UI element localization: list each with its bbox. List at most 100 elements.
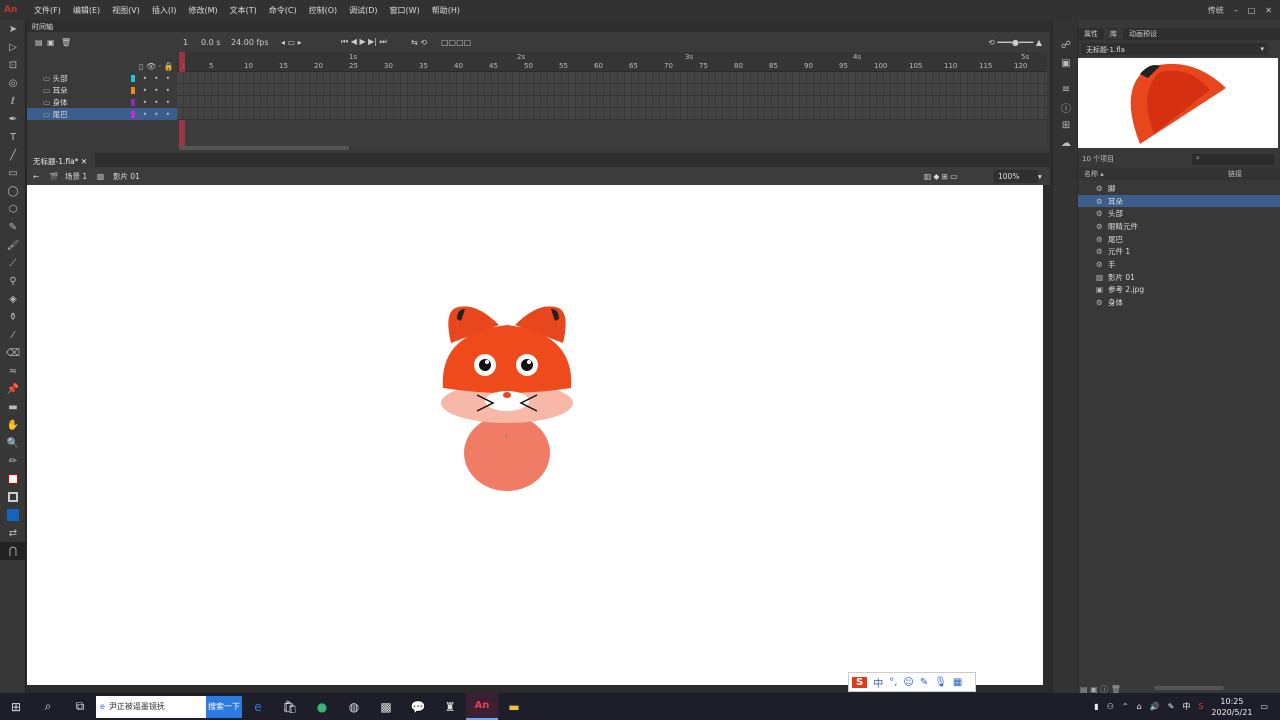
search-input[interactable]: e 尹正被逼墨镜抚: [96, 695, 206, 718]
maximize-icon[interactable]: □: [1248, 6, 1256, 15]
nav-controls-icon[interactable]: ◂ ▭ ▸: [281, 38, 341, 47]
file-explorer-icon[interactable]: ▬: [498, 693, 530, 720]
pen-icon[interactable]: ✎: [1168, 702, 1175, 711]
skin-icon[interactable]: ✎: [920, 677, 928, 688]
library-item[interactable]: ⚙ 头部: [1078, 207, 1280, 220]
loop-icon[interactable]: ⇆ ⟲: [411, 38, 441, 47]
minimize-icon[interactable]: –: [1234, 6, 1238, 15]
battery-icon[interactable]: ▮: [1094, 702, 1098, 711]
fill-swatch-icon[interactable]: [0, 506, 26, 524]
network-icon[interactable]: ⌂: [1137, 702, 1142, 711]
frame-row[interactable]: [177, 84, 1047, 96]
name-column[interactable]: 名称 ▴: [1078, 169, 1228, 179]
brush-tool-icon[interactable]: 🖌: [0, 236, 26, 254]
symbol-breadcrumb[interactable]: 影片 01: [113, 171, 173, 182]
polystar-tool-icon[interactable]: ⬡: [0, 200, 26, 218]
scene-breadcrumb[interactable]: 场景 1: [65, 171, 97, 182]
library-icon[interactable]: ▣: [1053, 54, 1079, 72]
new-folder-icon[interactable]: ▣: [47, 38, 61, 47]
game-app-icon[interactable]: ♜: [434, 693, 466, 720]
start-icon[interactable]: ⊞: [0, 693, 32, 720]
fox-character[interactable]: +: [437, 303, 577, 495]
transform-icon[interactable]: ⊞: [1053, 116, 1079, 134]
stage-tools-icon[interactable]: ▥ ◆ ⊞ ▭: [924, 172, 994, 181]
menu-item[interactable]: 修改(M): [182, 5, 223, 16]
ime-language[interactable]: 中: [873, 675, 883, 690]
layer-row[interactable]: ▭ 身体 •••: [27, 96, 177, 108]
ink-bottle-tool-icon[interactable]: ⚱: [0, 308, 26, 326]
library-item[interactable]: ⚙ 元件 1: [1078, 245, 1280, 258]
menu-item[interactable]: 帮助(H): [426, 5, 466, 16]
delete-layer-icon[interactable]: 🗑: [61, 38, 75, 47]
layer-color-swatch[interactable]: [130, 98, 135, 106]
panel-tab[interactable]: 库: [1104, 29, 1123, 39]
layer-toggles[interactable]: •••: [143, 98, 177, 107]
sogou-tray-icon[interactable]: S: [1198, 702, 1203, 711]
subselection-tool-icon[interactable]: ▷: [0, 38, 26, 56]
layer-color-swatch[interactable]: [130, 110, 135, 118]
back-arrow-icon[interactable]: ←: [33, 172, 49, 181]
library-item[interactable]: ⚙ 尾巴: [1078, 233, 1280, 246]
hand-tool-icon[interactable]: ✋: [0, 416, 26, 434]
frame-row[interactable]: [177, 72, 1047, 84]
store-icon[interactable]: 🛍: [274, 693, 306, 720]
menu-item[interactable]: 视图(V): [106, 5, 146, 16]
panel-tab[interactable]: 动画预设: [1123, 29, 1163, 39]
menu-item[interactable]: 命令(C): [263, 5, 303, 16]
layer-color-swatch[interactable]: [130, 74, 135, 82]
tray-chevron-icon[interactable]: ⌃: [1122, 702, 1129, 711]
pen-tool-icon[interactable]: ✒: [0, 110, 26, 128]
layer-row[interactable]: ▭ 头部 •••: [27, 72, 177, 84]
zoom-tool-icon[interactable]: 🔍: [0, 434, 26, 452]
lasso-tool-icon[interactable]: ℓ: [0, 92, 26, 110]
zoom-dropdown-icon[interactable]: ▾: [1038, 172, 1050, 181]
library-search[interactable]: ⌕: [1192, 154, 1274, 165]
frame-grid[interactable]: 1510152025303540455055606570758085909510…: [177, 52, 1047, 147]
library-scrollbar[interactable]: [1154, 686, 1224, 690]
mic-icon[interactable]: 🎙: [934, 677, 947, 688]
wechat-icon[interactable]: 💬: [402, 693, 434, 720]
punctuation-icon[interactable]: °,: [889, 677, 897, 688]
selection-tool-icon[interactable]: ➤: [0, 20, 26, 38]
motion-editor-icon[interactable]: ☍: [1053, 36, 1079, 54]
oval-tool-icon[interactable]: ◯: [0, 182, 26, 200]
rectangle-tool-icon[interactable]: ▭: [0, 164, 26, 182]
paint-bucket-tool-icon[interactable]: ◈: [0, 290, 26, 308]
ime-toolbar[interactable]: S 中 °, ☺ ✎ 🎙 ▦: [848, 672, 976, 692]
search-icon[interactable]: ⌕: [32, 693, 64, 720]
timeline-tab[interactable]: 时间轴: [27, 20, 1050, 32]
library-item[interactable]: ⚙ 脚: [1078, 182, 1280, 195]
zoom-select[interactable]: 100%: [994, 169, 1038, 183]
close-icon[interactable]: ✕: [1265, 6, 1272, 15]
align-icon[interactable]: ≡: [1053, 80, 1079, 98]
library-item[interactable]: ⚙ 耳朵: [1078, 194, 1280, 208]
menu-item[interactable]: 控制(O): [303, 5, 344, 16]
frame-rate[interactable]: 24.00 fps: [231, 38, 281, 47]
menu-item[interactable]: 编辑(E): [67, 5, 106, 16]
animate-app-icon[interactable]: An: [466, 693, 498, 720]
layer-row[interactable]: ▭ 耳朵 •••: [27, 84, 177, 96]
free-transform-tool-icon[interactable]: ⊡: [0, 56, 26, 74]
panel-tab[interactable]: 属性: [1078, 29, 1104, 39]
frame-ruler[interactable]: 1510152025303540455055606570758085909510…: [177, 52, 1047, 72]
eraser-tool-icon[interactable]: ⌫: [0, 344, 26, 362]
library-item[interactable]: ⚙ 眼睛元件: [1078, 220, 1280, 233]
tray-ime-language[interactable]: 中: [1182, 701, 1190, 712]
clock[interactable]: 10:25 2020/5/21: [1211, 696, 1252, 718]
library-item[interactable]: ▨ 影片 01: [1078, 271, 1280, 284]
browser-icon[interactable]: ●: [306, 693, 338, 720]
frame-row[interactable]: [177, 108, 1047, 120]
menu-item[interactable]: 调试(D): [343, 5, 383, 16]
emoji-icon[interactable]: ☺: [903, 677, 913, 688]
line-tool-icon[interactable]: ╱: [0, 146, 26, 164]
onion-skin-icon[interactable]: ▢▢▢▢: [441, 38, 491, 47]
close-tab-icon[interactable]: ✕: [81, 157, 87, 166]
library-item[interactable]: ⚙ 身体: [1078, 296, 1280, 309]
menu-item[interactable]: 文本(T): [224, 5, 263, 16]
playback-controls-icon[interactable]: ⏮ ◀ ▶ ▶| ⏭: [341, 37, 411, 47]
info-icon[interactable]: ⓘ: [1053, 98, 1079, 116]
library-file-select[interactable]: 无标题-1.fla ▾: [1082, 43, 1268, 55]
eyedropper-tool-icon[interactable]: ⁄: [0, 326, 26, 344]
workspace-switcher[interactable]: 传统: [1208, 5, 1224, 16]
library-item[interactable]: ▣ 参考 2.jpg: [1078, 284, 1280, 297]
